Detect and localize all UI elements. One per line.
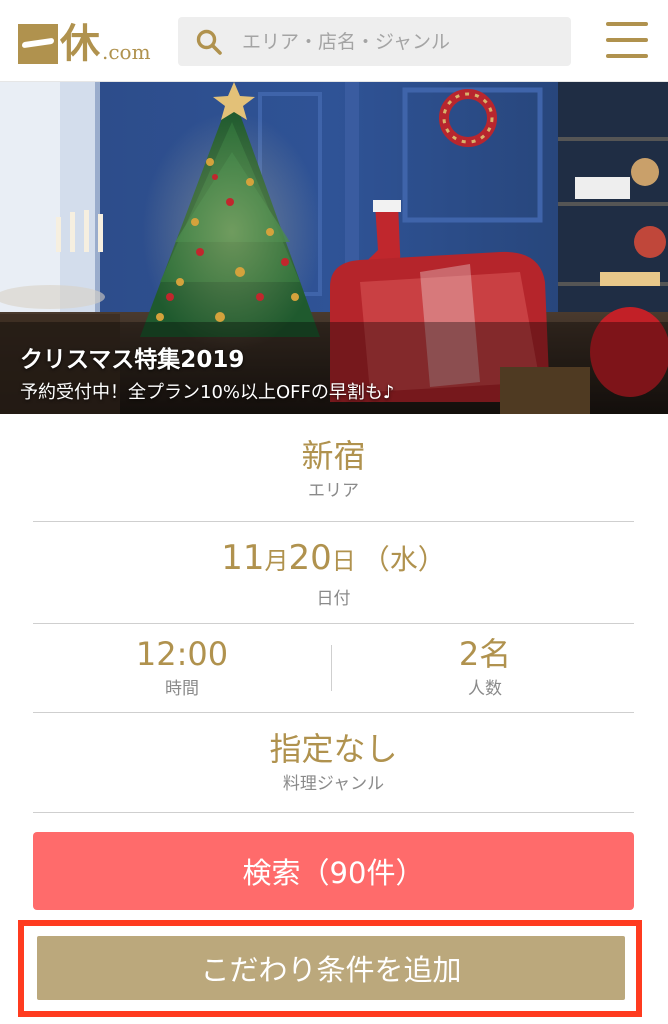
divider [33,812,634,813]
add-conditions-button[interactable]: こだわり条件を追加 [37,936,625,1000]
search-box[interactable] [178,17,571,66]
date-label: 日付 [316,589,351,609]
menu-bar [606,38,648,42]
app-header: 休 .com [0,0,668,82]
genre-value: 指定なし [269,730,398,768]
date-day: 20 [288,538,332,578]
ikyu-logo[interactable]: 休 .com [18,18,151,64]
genre-selector[interactable]: 指定なし 料理ジャンル [33,729,634,795]
logo-domain: .com [102,40,151,64]
people-selector[interactable]: 2名 人数 [336,634,634,700]
vertical-divider [331,645,332,691]
date-weekday: （水） [361,543,446,576]
search-icon [196,29,222,55]
date-month: 11 [221,538,265,578]
menu-bar [606,54,648,58]
divider [33,623,634,624]
area-label: エリア [308,481,359,501]
people-label: 人数 [468,679,502,699]
area-selector[interactable]: 新宿 エリア [33,436,634,502]
hamburger-menu-button[interactable] [606,22,648,58]
genre-label: 料理ジャンル [282,774,385,794]
time-selector[interactable]: 12:00 時間 [33,634,331,700]
search-input[interactable] [242,17,562,66]
date-day-unit: 日 [331,547,356,575]
divider [33,521,634,522]
banner-title: クリスマス特集2019 [20,347,245,373]
date-month-unit: 月 [264,547,289,575]
logo-mark-icon [18,24,58,64]
people-value: 2名 [458,635,512,673]
search-button[interactable]: 検索（90件） [33,832,634,910]
area-value: 新宿 [301,437,366,475]
date-selector[interactable]: 11月20日 （水） 日付 [33,538,634,610]
menu-bar [606,22,648,26]
banner-subtitle: 予約受付中！全プラン10%以上OFFの早割も♪ [20,382,395,403]
logo-kanji: 休 [60,21,100,67]
time-label: 時間 [165,679,199,699]
time-value: 12:00 [135,635,229,673]
divider [33,712,634,713]
date-value: 11月20日 （水） [33,538,634,584]
christmas-banner[interactable]: クリスマス特集2019 予約受付中！全プラン10%以上OFFの早割も♪ [0,82,668,414]
